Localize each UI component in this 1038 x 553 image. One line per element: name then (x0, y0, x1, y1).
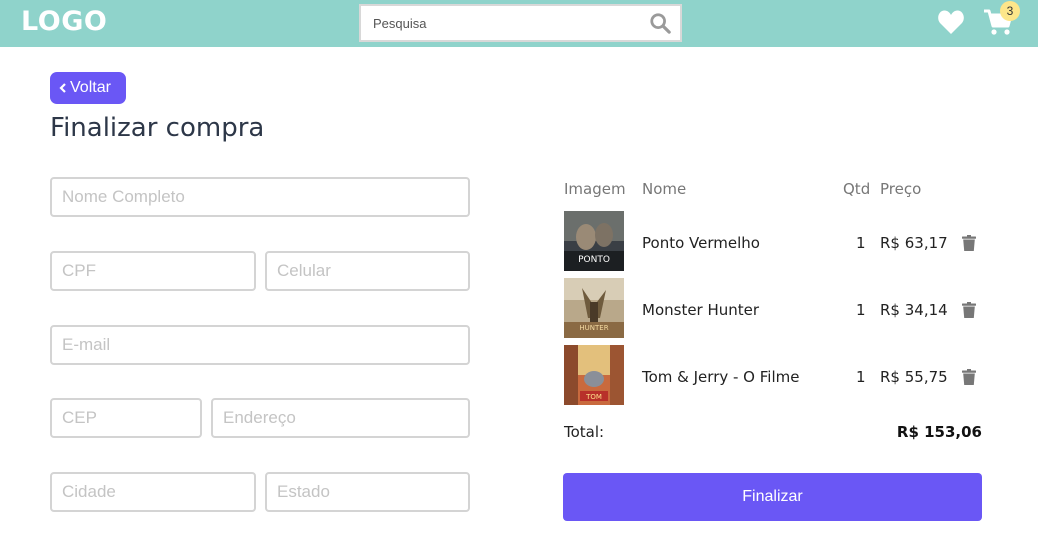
item-qty: 1 (856, 301, 866, 319)
poster-title: HUNTER (579, 324, 608, 332)
item-name: Ponto Vermelho (642, 234, 760, 252)
cep-field[interactable] (50, 398, 202, 438)
cpf-field[interactable] (50, 251, 256, 291)
cart-count-badge: 3 (1000, 1, 1020, 21)
chevron-left-icon (59, 83, 66, 93)
trash-icon[interactable] (962, 302, 976, 318)
movie-poster-image: TOM (564, 345, 624, 405)
poster-title: PONTO (578, 255, 610, 265)
state-field[interactable] (265, 472, 470, 512)
phone-field[interactable] (265, 251, 470, 291)
trash-icon[interactable] (962, 369, 976, 385)
page-title: Finalizar compra (50, 113, 265, 143)
search-icon[interactable] (649, 12, 671, 34)
back-button[interactable]: Voltar (50, 72, 126, 104)
item-qty: 1 (856, 368, 866, 386)
logo[interactable]: LOGO (21, 6, 107, 37)
column-header-name: Nome (642, 180, 687, 198)
poster-title: TOM (585, 393, 602, 401)
total-value: R$ 153,06 (896, 423, 982, 441)
trash-icon[interactable] (962, 235, 976, 251)
column-header-price: Preço (880, 180, 922, 198)
movie-poster-image: HUNTER (564, 278, 624, 338)
item-price: R$ 63,17 (880, 234, 948, 252)
movie-poster-image: PONTO (564, 211, 624, 271)
item-price: R$ 34,14 (880, 301, 948, 319)
search-input[interactable] (361, 6, 641, 40)
item-price: R$ 55,75 (880, 368, 948, 386)
top-navbar: LOGO 3 (0, 0, 1038, 47)
email-field[interactable] (50, 325, 470, 365)
column-header-image: Imagem (564, 180, 626, 198)
column-header-qty: Qtd (843, 180, 871, 198)
search-box[interactable] (359, 4, 682, 42)
heart-icon[interactable] (937, 9, 965, 35)
total-label: Total: (564, 423, 605, 441)
item-qty: 1 (856, 234, 866, 252)
city-field[interactable] (50, 472, 256, 512)
finish-purchase-button[interactable]: Finalizar (563, 473, 982, 521)
item-name: Tom & Jerry - O Filme (642, 368, 800, 386)
back-button-label: Voltar (70, 79, 111, 96)
item-name: Monster Hunter (642, 301, 760, 319)
address-field[interactable] (211, 398, 470, 438)
full-name-field[interactable] (50, 177, 470, 217)
